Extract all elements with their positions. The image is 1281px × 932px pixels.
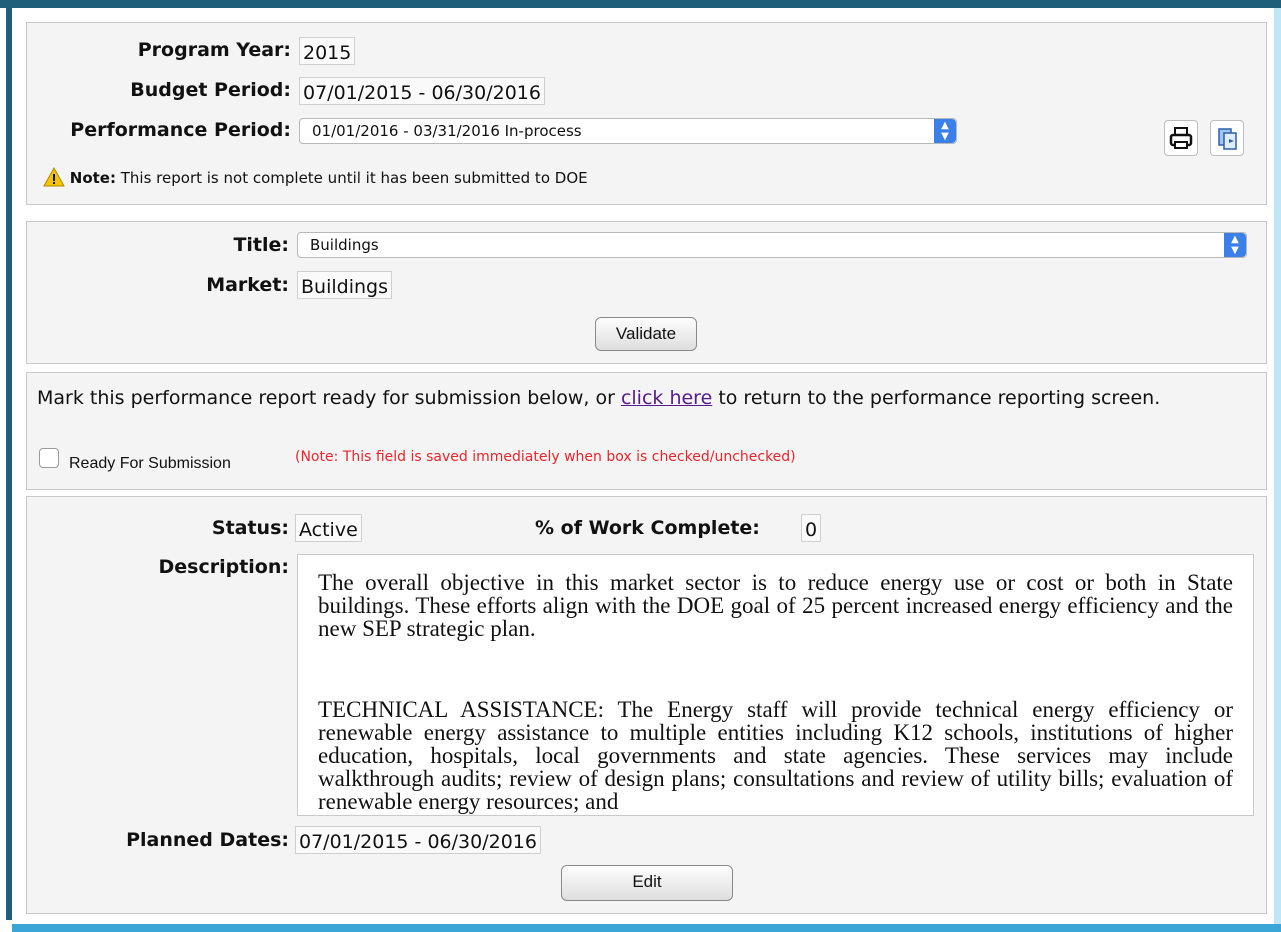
market-label: Market:	[206, 274, 289, 296]
warning-icon	[43, 166, 65, 187]
frame-left-border	[6, 8, 12, 920]
frame-bottom-border	[12, 924, 1281, 932]
note-text: This report is not complete until it has…	[120, 169, 588, 187]
program-year-value: 2015	[299, 37, 356, 65]
budget-period-value: 07/01/2015 - 06/30/2016	[299, 77, 545, 105]
instructions-text-after: to return to the performance reporting s…	[718, 387, 1161, 409]
submission-panel: Mark this performance report ready for s…	[26, 372, 1267, 490]
submission-note: Note: This report is not complete until …	[43, 166, 588, 187]
status-value: Active	[295, 514, 362, 542]
print-button[interactable]	[1164, 120, 1198, 156]
title-label: Title:	[233, 234, 289, 256]
ready-for-submission-label[interactable]: Ready For Submission	[69, 455, 231, 473]
frame-right-border	[1274, 8, 1281, 924]
status-label: Status:	[211, 517, 289, 539]
instructions-text-before: Mark this performance report ready for s…	[37, 387, 615, 409]
title-select[interactable]: Buildings ▲ ▼	[297, 232, 1247, 258]
description-paragraph: The overall objective in this market sec…	[318, 570, 1233, 641]
work-complete-label: % of Work Complete:	[535, 517, 760, 539]
report-header-panel: Program Year: 2015 Budget Period: 07/01/…	[26, 22, 1267, 205]
export-document-icon	[1218, 128, 1237, 150]
activity-details-panel: Status: Active % of Work Complete: 0 Des…	[26, 496, 1267, 914]
chevron-updown-icon: ▲ ▼	[934, 119, 956, 143]
title-market-panel: Title: Buildings ▲ ▼ Market: Buildings Va…	[26, 221, 1267, 364]
market-value: Buildings	[297, 271, 392, 299]
planned-dates-label: Planned Dates:	[126, 829, 289, 851]
performance-period-select[interactable]: 01/01/2016 - 03/31/2016 In-process ▲ ▼	[299, 118, 957, 144]
submission-instructions: Mark this performance report ready for s…	[37, 385, 1247, 411]
description-textarea[interactable]: The overall objective in this market sec…	[297, 554, 1254, 816]
work-complete-value: 0	[801, 514, 822, 542]
return-link[interactable]: click here	[621, 387, 712, 409]
program-year-label: Program Year:	[137, 39, 291, 61]
ready-for-submission-checkbox[interactable]	[39, 448, 59, 468]
edit-button[interactable]: Edit	[561, 865, 733, 901]
description-paragraph: TECHNICAL ASSISTANCE: The Energy staff w…	[318, 697, 1233, 814]
frame-top-border	[0, 0, 1281, 8]
performance-period-label: Performance Period:	[70, 119, 291, 141]
budget-period-label: Budget Period:	[130, 79, 291, 101]
description-label: Description:	[158, 556, 290, 578]
title-selected: Buildings	[310, 236, 379, 254]
checkbox-save-note: (Note: This field is saved immediately w…	[295, 449, 796, 465]
chevron-updown-icon: ▲ ▼	[1224, 233, 1246, 257]
performance-period-selected: 01/01/2016 - 03/31/2016 In-process	[312, 122, 582, 140]
validate-button[interactable]: Validate	[595, 317, 697, 351]
planned-dates-value: 07/01/2015 - 06/30/2016	[295, 826, 541, 854]
export-button[interactable]	[1210, 120, 1244, 156]
note-label: Note:	[69, 169, 116, 187]
printer-icon	[1169, 127, 1193, 149]
